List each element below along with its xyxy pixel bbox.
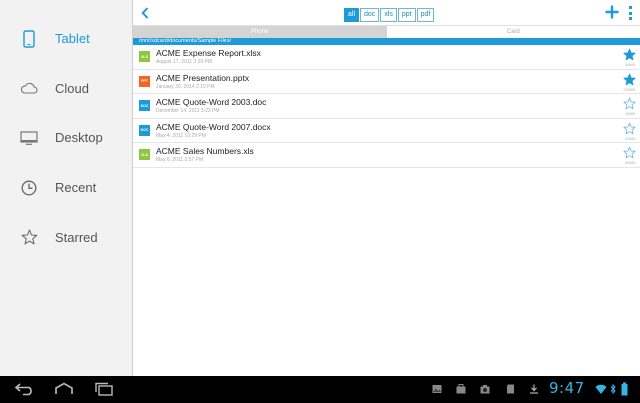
tab-card[interactable]: Card xyxy=(386,26,640,38)
gallery-icon xyxy=(432,385,442,393)
wifi-icon xyxy=(595,384,607,394)
star-filled-icon[interactable] xyxy=(623,73,636,86)
action-bar: all doc xls ppt pdf xyxy=(133,0,640,26)
dot-icon xyxy=(628,11,632,15)
dot-icon xyxy=(628,17,632,20)
overflow-menu-button[interactable] xyxy=(627,6,633,20)
file-row[interactable]: DOC ACME Quote-Word 2003.doc December 14… xyxy=(133,94,640,119)
sidebar-item-desktop[interactable]: Desktop xyxy=(0,113,132,163)
sidebar: Tablet Cloud Desktop Recent Starred xyxy=(0,0,133,376)
filter-xls[interactable]: xls xyxy=(380,8,397,22)
file-type-filters: all doc xls ppt pdf xyxy=(344,8,435,22)
breadcrumb-path: /mnt/sdcard/documents/Sample Files/ xyxy=(133,38,640,45)
main-panel: all doc xls ppt pdf Phone Card /mnt/sdca… xyxy=(133,0,640,376)
star-filled-icon[interactable] xyxy=(623,48,636,61)
ppt-file-icon: PPT xyxy=(139,75,150,87)
recent-apps-button[interactable] xyxy=(93,382,115,396)
chevron-left-icon xyxy=(141,7,149,19)
tab-phone[interactable]: Phone xyxy=(133,26,387,38)
app-window: Tablet Cloud Desktop Recent Starred all … xyxy=(0,0,640,376)
file-list: XLS ACME Expense Report.xlsx August 17, … xyxy=(133,45,640,168)
plus-icon xyxy=(605,5,619,19)
file-name: ACME Sales Numbers.xls xyxy=(156,146,254,157)
doc-file-icon: DOC xyxy=(139,100,150,112)
filter-doc[interactable]: doc xyxy=(360,8,380,22)
file-date: May 6, 2011 2:57 PM xyxy=(156,157,204,164)
home-nav-button[interactable] xyxy=(53,382,75,396)
file-size: 43KB xyxy=(625,135,635,141)
back-nav-button[interactable] xyxy=(14,382,36,396)
file-size: 16KB xyxy=(625,62,635,67)
sidebar-item-label: Tablet xyxy=(55,31,90,47)
sidebar-item-cloud[interactable]: Cloud xyxy=(0,64,132,114)
status-clock: 9:47 xyxy=(549,379,585,397)
sidebar-item-label: Starred xyxy=(55,229,98,245)
file-date: May 4, 2011 10:29 PM xyxy=(156,132,206,139)
file-name: ACME Quote-Word 2003.doc xyxy=(156,97,267,108)
file-row[interactable]: PPT ACME Presentation.pptx January 30, 2… xyxy=(133,70,640,95)
sidebar-item-label: Recent xyxy=(55,180,97,196)
back-arrow-icon xyxy=(14,383,32,396)
filter-pdf[interactable]: pdf xyxy=(416,8,435,22)
star-outline-icon[interactable] xyxy=(623,97,636,110)
sidebar-item-tablet[interactable]: Tablet xyxy=(0,14,132,64)
bluetooth-icon xyxy=(610,383,616,395)
star-outline-icon[interactable] xyxy=(623,122,636,135)
briefcase-icon xyxy=(456,384,466,394)
download-icon xyxy=(530,384,538,394)
desktop-icon xyxy=(20,129,38,147)
system-navigation-bar: 9:47 xyxy=(0,376,640,403)
back-button[interactable] xyxy=(137,4,153,22)
cloud-icon xyxy=(20,79,38,97)
file-row[interactable]: XLS ACME Sales Numbers.xls May 6, 2011 2… xyxy=(133,143,640,168)
filter-ppt[interactable]: ppt xyxy=(397,8,416,22)
storage-tabs: Phone Card xyxy=(133,26,640,38)
file-name: ACME Quote-Word 2007.docx xyxy=(156,121,271,132)
file-date: January 30, 2014 2:19 PM xyxy=(156,83,215,90)
file-row[interactable]: XLS ACME Expense Report.xlsx August 17, … xyxy=(133,45,640,70)
file-date: August 17, 2011 3:29 PM xyxy=(156,59,213,65)
doc-file-icon: DOC xyxy=(139,124,150,136)
xls-file-icon: XLS xyxy=(139,149,150,161)
sd-card-icon xyxy=(507,384,514,394)
star-outline-icon[interactable] xyxy=(623,146,636,159)
filter-all[interactable]: all xyxy=(344,8,360,22)
file-size: 89KB xyxy=(625,160,635,166)
sidebar-item-label: Desktop xyxy=(55,130,103,146)
battery-icon xyxy=(621,382,628,396)
file-date: December 14, 2011 3:23 PM xyxy=(156,108,220,115)
camera-icon xyxy=(480,385,490,394)
file-size: 176KB xyxy=(622,86,635,92)
recent-apps-icon xyxy=(95,382,113,396)
file-row[interactable]: DOC ACME Quote-Word 2007.docx May 4, 201… xyxy=(133,119,640,144)
sidebar-item-label: Cloud xyxy=(55,80,89,96)
dot-icon xyxy=(628,6,632,9)
sidebar-item-recent[interactable]: Recent xyxy=(0,163,132,213)
star-icon xyxy=(20,228,38,246)
file-name: ACME Expense Report.xlsx xyxy=(156,48,261,58)
add-button[interactable] xyxy=(605,5,619,19)
clock-icon xyxy=(20,179,38,197)
file-name: ACME Presentation.pptx xyxy=(156,72,250,83)
tablet-icon xyxy=(20,30,38,48)
sidebar-item-starred[interactable]: Starred xyxy=(0,212,132,262)
file-size: 19KB xyxy=(625,111,635,117)
xls-file-icon: XLS xyxy=(139,51,150,62)
home-icon xyxy=(55,382,73,394)
